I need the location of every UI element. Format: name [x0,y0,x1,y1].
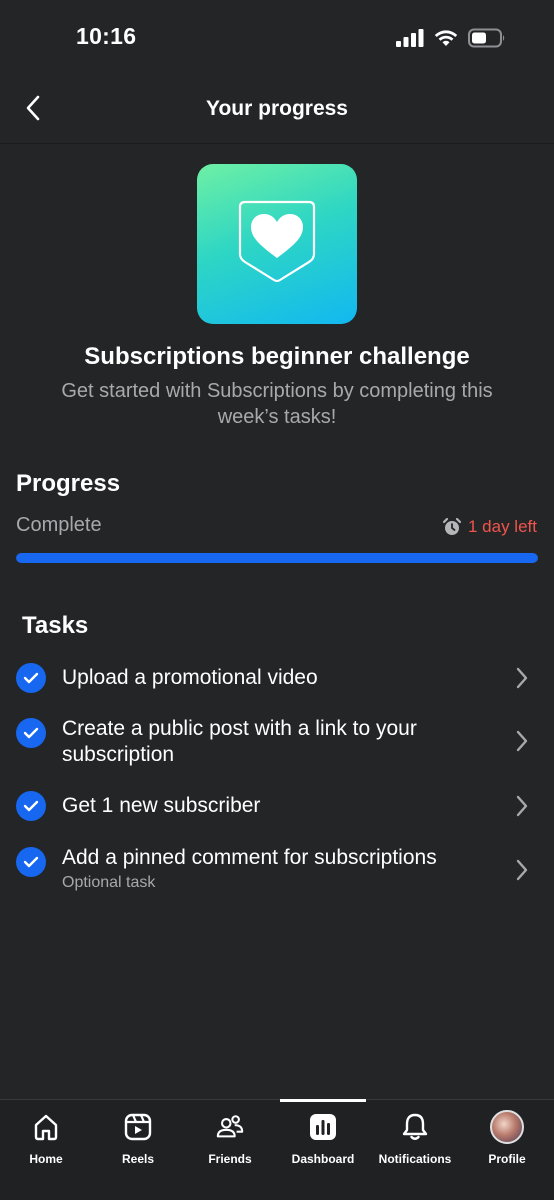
battery-icon [468,28,505,48]
status-time: 10:16 [76,23,137,49]
check-circle-icon [16,663,46,693]
tab-home[interactable]: Home [0,1100,92,1200]
task-label: Add a pinned comment for subscriptions [62,846,437,869]
tab-dashboard[interactable]: Dashboard [277,1100,369,1200]
check-circle-icon [16,718,46,748]
status-bar: 10:16 [0,0,554,75]
progress-bar [16,553,538,563]
challenge-title: Subscriptions beginner challenge [84,343,470,370]
task-item[interactable]: Get 1 new subscriber [0,788,554,828]
wifi-icon [434,30,458,46]
progress-status: Complete [16,514,102,536]
tab-reels[interactable]: Reels [92,1100,184,1200]
chevron-right-icon [512,664,532,692]
tab-profile[interactable]: Profile [461,1100,553,1200]
chevron-right-icon [512,792,532,820]
bell-icon [400,1112,430,1142]
progress-heading: Progress [16,470,121,497]
task-label: Upload a promotional video [62,666,318,689]
header: Your progress [0,75,554,144]
chevron-right-icon [512,856,532,884]
tab-bar: Home Reels Friends Dashboard Notificatio… [0,1099,554,1200]
check-circle-icon [16,791,46,821]
avatar [490,1110,524,1144]
friends-icon [215,1112,245,1142]
cellular-signal-icon [396,29,424,47]
check-circle-icon [16,847,46,877]
task-item[interactable]: Upload a promotional video [0,660,554,700]
tab-label: Profile [488,1152,526,1166]
time-left-label: 1 day left [468,517,537,536]
heart-shield-icon [238,200,316,283]
time-left: 1 day left [442,517,537,537]
tab-friends[interactable]: Friends [184,1100,276,1200]
dashboard-icon [308,1112,338,1142]
task-label: Create a public post with a link to your… [62,717,417,766]
status-icons [396,28,506,48]
task-item[interactable]: Create a public post with a link to your… [0,712,554,772]
chevron-right-icon [512,727,532,755]
task-item[interactable]: Add a pinned comment for subscriptions O… [0,840,554,900]
tasks-heading: Tasks [22,612,89,639]
challenge-description: Get started with Subscriptions by comple… [61,380,493,428]
challenge-badge [197,164,357,324]
task-label: Get 1 new subscriber [62,794,261,817]
home-icon [31,1112,61,1142]
page-title: Your progress [206,97,348,120]
tab-notifications[interactable]: Notifications [369,1100,461,1200]
task-sublabel: Optional task [62,874,156,891]
reels-icon [123,1112,153,1142]
progress-bar-fill [16,553,538,563]
alarm-clock-icon [442,517,462,535]
